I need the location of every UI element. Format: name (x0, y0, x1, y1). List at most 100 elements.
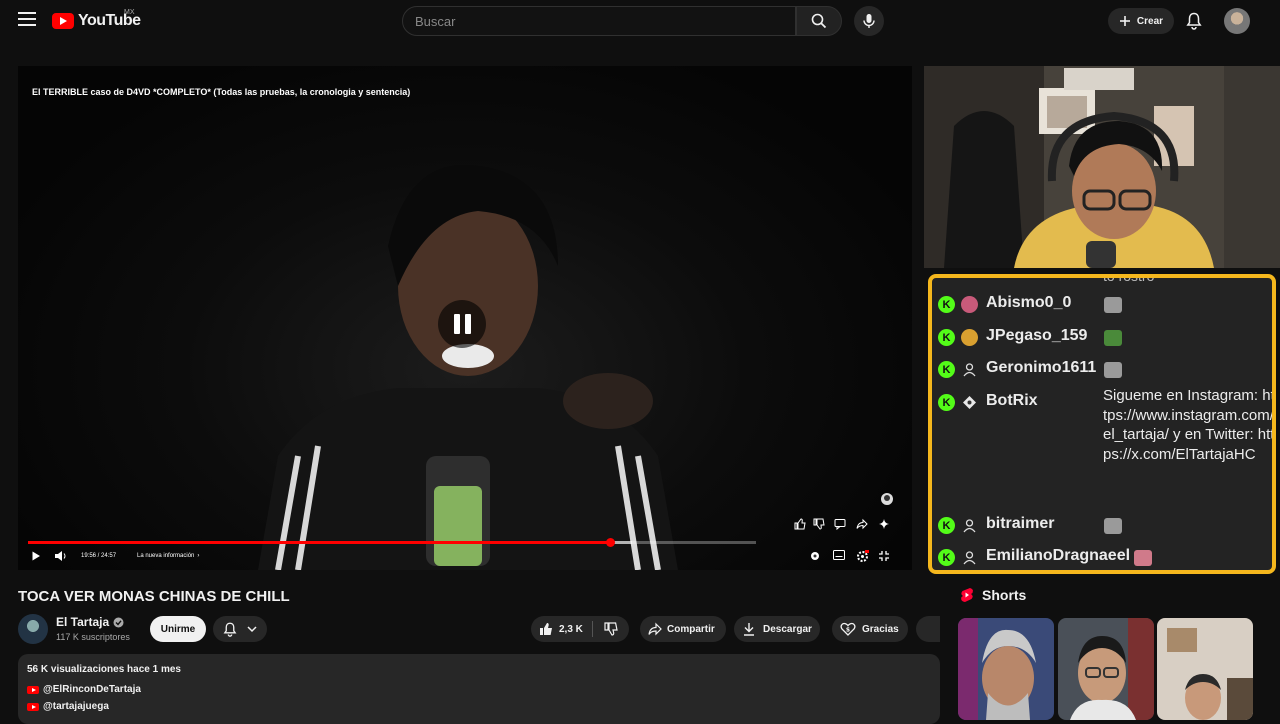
user-avatar[interactable] (1224, 8, 1250, 34)
channel-watermark[interactable] (880, 492, 894, 506)
bell-icon (223, 622, 237, 637)
video-player[interactable]: El TERRIBLE caso de D4VD *COMPLETO* (Tod… (18, 66, 912, 570)
shorts-label: Shorts (982, 587, 1027, 603)
chat-clipped-text: to rostro (1103, 274, 1155, 284)
subtitles-icon (833, 550, 845, 560)
emote-icon (1104, 330, 1122, 346)
notifications-button[interactable] (1184, 11, 1204, 31)
thanks-button[interactable]: $ Gracias (832, 616, 908, 642)
join-button[interactable]: Unirme (150, 616, 206, 642)
search-button[interactable] (796, 6, 842, 36)
play-icon (32, 551, 40, 561)
exit-fullscreen-button[interactable] (878, 550, 890, 562)
share-button[interactable]: Compartir (640, 616, 726, 642)
subscription-notifications-button[interactable] (213, 616, 267, 642)
chat-username[interactable]: Geronimo1611 (986, 359, 1104, 377)
chapter-button[interactable]: La nueva información › (137, 553, 199, 559)
search-input[interactable] (403, 7, 795, 35)
pause-icon (453, 314, 460, 334)
bot-icon (961, 394, 978, 411)
like-overlay-button[interactable] (793, 517, 807, 531)
video-person-figure (258, 165, 678, 570)
chat-message: K Geronimo1611 (938, 359, 1122, 378)
time-display: 19:56 / 24:57 (81, 553, 117, 559)
kick-badge-icon: K (938, 329, 955, 346)
like-count: 2,3 K (559, 623, 583, 635)
subscriber-count: 117 K suscriptores (56, 632, 130, 642)
emote-icon (1104, 362, 1122, 378)
chat-username[interactable]: JPegaso_159 (986, 327, 1104, 345)
comments-overlay-button[interactable] (833, 517, 847, 531)
youtube-logo[interactable]: YouTube MX (52, 9, 141, 31)
chat-username[interactable]: bitraimer (986, 515, 1104, 533)
create-label: Crear (1136, 15, 1164, 27)
autoplay-toggle[interactable] (809, 550, 821, 562)
play-control[interactable] (30, 550, 42, 562)
dislike-button[interactable] (593, 622, 629, 636)
microphone-icon (863, 14, 875, 28)
like-dislike-group: 2,3 K (531, 616, 629, 642)
short-thumbnail-image (1157, 618, 1253, 720)
create-button[interactable]: Crear (1108, 8, 1174, 34)
volume-control[interactable] (54, 550, 68, 562)
kick-badge-icon: K (938, 296, 955, 313)
share-icon (648, 622, 662, 636)
user-avatar-icon (961, 296, 978, 313)
chat-username[interactable]: Abismo0_0 (986, 294, 1104, 312)
chat-message-text: Sigueme en Instagram: https://www.instag… (1103, 387, 1275, 463)
channel-avatar[interactable] (18, 614, 48, 644)
chevron-down-icon (247, 626, 257, 633)
default-user-icon (961, 517, 978, 534)
subtitles-button[interactable] (833, 550, 845, 560)
emote-icon (1134, 550, 1153, 566)
download-button[interactable]: Descargar (734, 616, 820, 642)
description-box[interactable]: 56 K visualizaciones hace 1 mes @ElRinco… (18, 654, 940, 724)
svg-text:$: $ (846, 627, 850, 634)
watermark-icon (881, 493, 893, 505)
description-link[interactable]: @ElRinconDeTartaja (27, 684, 141, 695)
chat-message: K JPegaso_159 (938, 327, 1122, 346)
short-thumbnail-image (1058, 618, 1154, 720)
verified-icon (113, 617, 124, 627)
pause-button[interactable] (438, 300, 486, 348)
channel-name: El Tartaja (56, 615, 110, 629)
sparkle-icon (879, 519, 889, 529)
channel-name-link[interactable]: El Tartaja (56, 615, 124, 629)
menu-icon[interactable] (18, 12, 36, 26)
more-actions-button[interactable] (916, 616, 940, 642)
chapter-label: La nueva información (137, 553, 195, 559)
chat-message: K bitraimer (938, 515, 1122, 534)
voice-search-button[interactable] (854, 6, 884, 36)
description-link[interactable]: @tartajajuega (27, 701, 109, 712)
ask-overlay-button[interactable] (877, 517, 891, 531)
link-text: @tartajajuega (43, 701, 109, 712)
short-thumbnail[interactable] (1157, 618, 1253, 720)
chat-username[interactable]: EmilianoDragnaeel (986, 547, 1130, 565)
short-thumbnail[interactable] (1058, 618, 1154, 720)
settings-button[interactable] (856, 550, 869, 563)
thumbs-down-icon (813, 518, 825, 530)
youtube-play-icon (52, 13, 74, 29)
short-thumbnail[interactable] (958, 618, 1054, 720)
short-thumbnail-image (958, 618, 1054, 720)
user-avatar-icon (961, 329, 978, 346)
video-overlay-title: El TERRIBLE caso de D4VD *COMPLETO* (Tod… (32, 87, 411, 97)
kick-badge-icon: K (938, 361, 955, 378)
minimize-icon (879, 551, 889, 561)
top-bar: YouTube MX Crear (0, 0, 1280, 42)
heart-dollar-icon: $ (840, 622, 856, 636)
region-label: MX (124, 9, 135, 16)
progress-bar[interactable] (28, 538, 756, 547)
download-label: Descargar (763, 623, 812, 635)
emote-icon (1104, 518, 1122, 534)
autoplay-icon (811, 552, 819, 560)
like-button[interactable]: 2,3 K (531, 621, 593, 637)
shorts-heading: Shorts (960, 587, 1026, 603)
search-box (402, 6, 796, 36)
chat-username[interactable]: BotRix (986, 392, 1104, 410)
view-stats: 56 K visualizaciones hace 1 mes (27, 664, 181, 675)
thumbs-down-icon (604, 622, 618, 636)
thumbs-up-icon (540, 623, 552, 635)
share-overlay-button[interactable] (855, 517, 869, 531)
dislike-overlay-button[interactable] (812, 517, 826, 531)
